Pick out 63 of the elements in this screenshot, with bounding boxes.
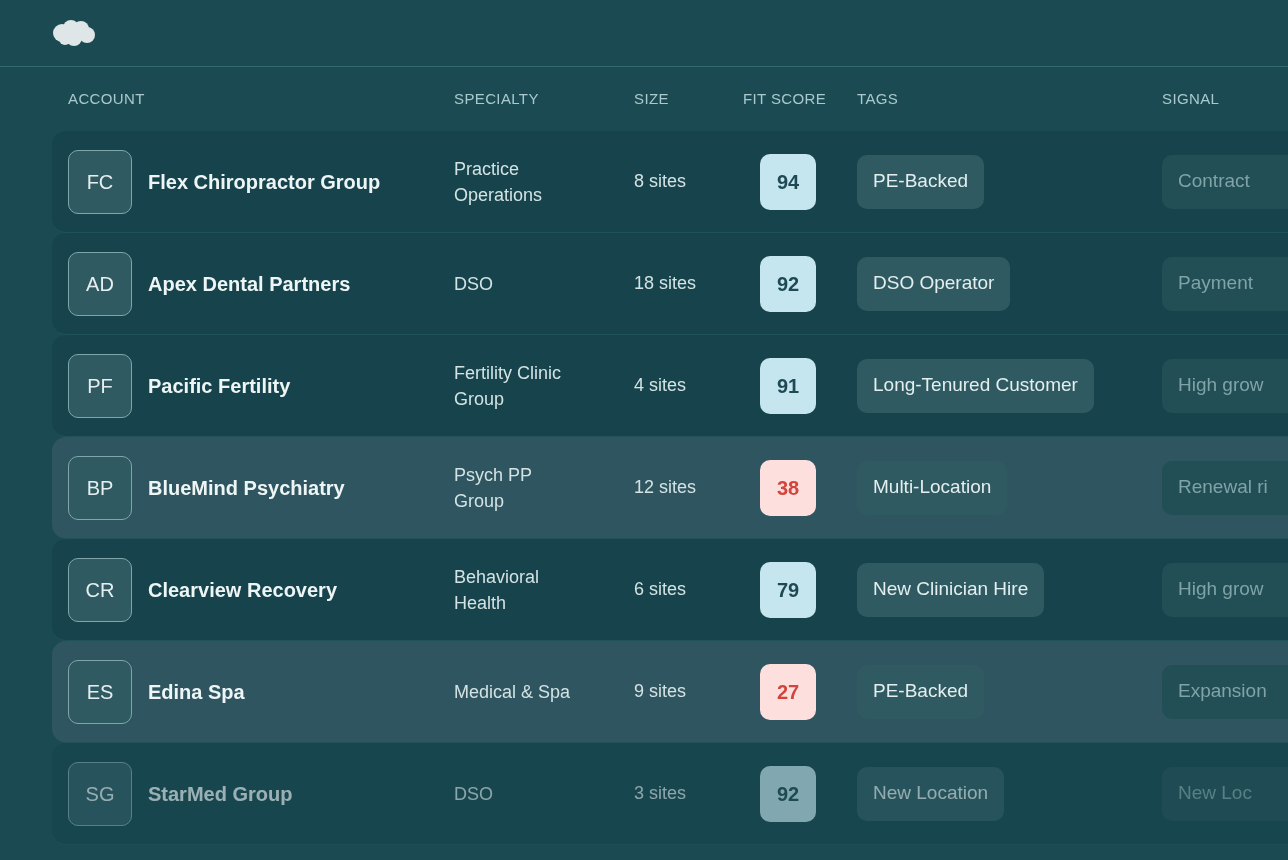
fit-score-badge: 92 (760, 765, 816, 822)
table-row[interactable]: BP BlueMind Psychiatry Psych PP Group 12 sites 38 Multi-Location Renewal ri (52, 437, 1288, 539)
signal-chip: High grow (1162, 358, 1288, 413)
table-row[interactable]: SG StarMed Group DSO 3 sites 92 New Location New Loc (52, 743, 1288, 845)
signal-chip: Payment (1162, 256, 1288, 311)
account-name: Flex Chiropractor Group (148, 169, 382, 195)
initials-avatar: AD (68, 251, 132, 316)
tag-chip: DSO Operator (857, 256, 1011, 311)
column-header: FIT SCORE (743, 88, 828, 109)
initials-avatar: SG (68, 761, 132, 826)
table-row[interactable]: PF Pacific Fertility Fertility Clinic Group 4 sites 91 Long-Tenured Customer High grow (52, 335, 1288, 437)
specialty-text: Practice Operations (454, 157, 544, 207)
column-header: SPECIALTY (454, 88, 540, 109)
column-header: TAGS (857, 88, 900, 109)
size-text: 18 sites (634, 272, 698, 295)
initials-avatar: PF (68, 353, 132, 418)
initials-avatar: FC (68, 149, 132, 214)
table-row[interactable]: CR Clearview Recovery Behavioral Health 6 sites 79 New Clinician Hire High grow (52, 539, 1288, 641)
initials-avatar: BP (68, 455, 132, 520)
size-text: 8 sites (634, 170, 688, 193)
account-name: Clearview Recovery (148, 577, 338, 603)
size-text: 4 sites (634, 374, 688, 397)
signal-chip: Renewal ri (1162, 460, 1288, 515)
size-text: 3 sites (634, 782, 688, 805)
initials-avatar: ES (68, 659, 132, 724)
tag-chip: New Location (857, 766, 1005, 821)
fit-score-badge: 27 (760, 663, 816, 720)
signal-chip: Contract (1162, 154, 1288, 209)
column-header: ACCOUNT (68, 88, 146, 109)
specialty-text: DSO (454, 272, 494, 296)
specialty-text: Psych PP Group (454, 463, 533, 513)
column-header: SIGNAL (1162, 88, 1220, 109)
account-name: BlueMind Psychiatry (148, 475, 346, 501)
size-text: 6 sites (634, 578, 688, 601)
tag-chip: Multi-Location (857, 460, 1008, 515)
account-name: Pacific Fertility (148, 373, 292, 399)
account-name: Edina Spa (148, 679, 246, 705)
account-name: Apex Dental Partners (148, 271, 352, 297)
fit-score-badge: 92 (760, 255, 816, 312)
tag-chip: Long-Tenured Customer (857, 358, 1094, 413)
fit-score-badge: 91 (760, 357, 816, 414)
specialty-text: DSO (454, 782, 494, 806)
specialty-text: Behavioral Health (454, 565, 541, 615)
signal-chip: New Loc (1162, 766, 1288, 821)
fit-score-badge: 79 (760, 561, 816, 618)
table-row[interactable]: AD Apex Dental Partners DSO 18 sites 92 DSO Operator Payment (52, 233, 1288, 335)
signal-chip: High grow (1162, 562, 1288, 617)
initials-avatar: CR (68, 557, 132, 622)
tag-chip: PE-Backed (857, 664, 985, 719)
tag-chip: PE-Backed (857, 154, 985, 209)
table-row[interactable]: FC Flex Chiropractor Group Practice Operations 8 sites 94 PE-Backed Contract (52, 131, 1288, 233)
cloud-logo-icon (50, 18, 96, 48)
signal-chip: Expansion (1162, 664, 1288, 719)
size-text: 12 sites (634, 476, 698, 499)
specialty-text: Medical & Spa (454, 680, 572, 704)
size-text: 9 sites (634, 680, 688, 703)
fit-score-badge: 94 (760, 153, 816, 210)
column-header: SIZE (634, 88, 670, 109)
table-row[interactable]: ES Edina Spa Medical & Spa 9 sites 27 PE-Backed Expansion (52, 641, 1288, 743)
fit-score-badge: 38 (760, 459, 816, 516)
account-name: StarMed Group (148, 781, 294, 807)
specialty-text: Fertility Clinic Group (454, 361, 562, 411)
tag-chip: New Clinician Hire (857, 562, 1045, 617)
